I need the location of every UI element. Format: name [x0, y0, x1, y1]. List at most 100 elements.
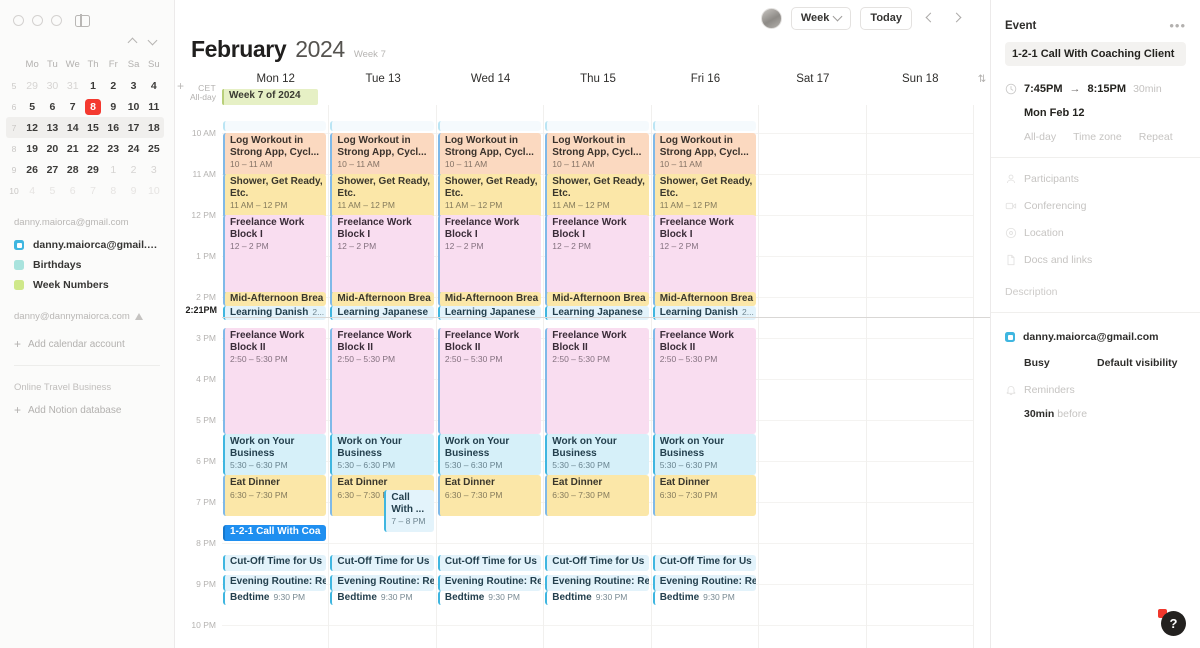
calendar-event[interactable]: Work on Your Business 5:30 – 6:30 PM	[223, 434, 327, 475]
mini-calendar-day[interactable]: 11	[144, 101, 164, 113]
mini-calendar-week-row[interactable]: 8 19 20 21 22 23 24 25	[6, 138, 164, 159]
calendar-event[interactable]: Mid-Afternoon Brea	[330, 292, 434, 306]
mini-calendar-day[interactable]: 6	[42, 101, 62, 113]
calendar-event[interactable]: Mid-Afternoon Brea	[223, 292, 327, 306]
mini-calendar-day[interactable]: 8	[103, 185, 123, 197]
calendar-event[interactable]: Mid-Afternoon Brea	[437, 292, 542, 306]
event-calendar-selector[interactable]: danny.maiorca@gmail.com	[1005, 331, 1186, 343]
calendar-event[interactable]: Cut-Off Time for Us	[545, 555, 649, 571]
mini-calendar-week-row[interactable]: 9 26 27 28 29 1 2 3	[6, 159, 164, 180]
mini-calendar-day[interactable]: 18	[144, 122, 164, 134]
mini-calendar-day[interactable]: 2	[123, 164, 143, 176]
calendar-event[interactable]: Freelance Work Block I 12 – 2 PM	[652, 215, 757, 297]
day-header-sat[interactable]: Sat 17	[759, 73, 866, 85]
mini-calendar-day[interactable]: 29	[83, 164, 103, 176]
day-column-sun[interactable]	[866, 105, 974, 648]
calendar-event[interactable]: Log Workout in Strong App, Cycl... 10 – 1…	[330, 133, 434, 177]
sidebar-item-calendar-week-numbers[interactable]: Week Numbers	[14, 275, 160, 295]
mini-calendar-day[interactable]: 6	[63, 185, 83, 197]
calendar-color-chip[interactable]	[14, 260, 24, 270]
mini-calendar-week-row[interactable]: 10 4 5 6 7 8 9 10	[6, 180, 164, 201]
event-date[interactable]: Mon Feb 12	[1024, 107, 1186, 119]
day-column-thu[interactable]: Log Workout in Strong App, Cycl... 10 – 1…	[544, 105, 652, 648]
mini-calendar-day[interactable]: 15	[83, 122, 103, 134]
calendar-event[interactable]: Evening Routine: Re	[437, 575, 542, 591]
day-column-sat[interactable]	[759, 105, 867, 648]
mini-calendar-day[interactable]: 16	[103, 122, 123, 134]
participants-field[interactable]: Participants	[1005, 173, 1186, 185]
mini-calendar-day[interactable]: 4	[144, 80, 164, 92]
calendar-event[interactable]: Freelance Work Block II 2:50 – 5:30 PM	[223, 328, 327, 434]
calendar-event[interactable]: Freelance Work Block I 12 – 2 PM	[437, 215, 542, 297]
mini-calendar-day[interactable]: 26	[22, 164, 42, 176]
calendar-event[interactable]: Bedtime 9:30 PM	[223, 591, 327, 605]
mini-calendar-day[interactable]: 5	[42, 185, 62, 197]
mini-calendar-day[interactable]: 17	[123, 122, 143, 134]
mini-calendar-day[interactable]: 9	[103, 101, 123, 113]
mini-calendar-today[interactable]: 8	[84, 98, 101, 115]
mini-calendar-day[interactable]: 29	[22, 80, 42, 92]
calendar-event[interactable]: Freelance Work Block I 12 – 2 PM	[223, 215, 327, 297]
calendar-event[interactable]: Bedtime 9:30 PM	[330, 591, 434, 605]
mini-calendar[interactable]: Mo Tu We Th Fr Sa Su 5 29 30 31 1 2 3 4 6 5 6 7 8 9 10…	[0, 52, 174, 201]
day-header-thu[interactable]: Thu 15	[544, 73, 651, 85]
more-options-icon[interactable]: •••	[1169, 19, 1186, 32]
calendar-event[interactable]: Shower, Get Ready, Etc. 11 AM – 12 PM	[223, 174, 327, 218]
day-header-fri[interactable]: Fri 16	[652, 73, 759, 85]
all-day-track[interactable]: Week 7 of 2024	[222, 89, 974, 105]
description-field[interactable]: Description	[1005, 286, 1186, 298]
calendar-event[interactable]: Freelance Work Block I 12 – 2 PM	[545, 215, 649, 297]
mini-calendar-day[interactable]: 30	[42, 80, 62, 92]
calendar-event[interactable]: Log Workout in Strong App, Cycl... 10 – 1…	[652, 133, 757, 177]
mini-calendar-next-icon[interactable]	[149, 38, 158, 47]
mini-calendar-day[interactable]: 24	[123, 143, 143, 155]
calendar-event[interactable]: Freelance Work Block II 2:50 – 5:30 PM	[545, 328, 649, 434]
calendar-event[interactable]: Cut-Off Time for Us	[652, 555, 757, 571]
visibility-value[interactable]: Default visibility	[1097, 357, 1178, 369]
calendar-event[interactable]: Cut-Off Time for Us	[330, 555, 434, 571]
calendar-event[interactable]: Eat Dinner 6:30 – 7:30 PM	[545, 475, 649, 516]
mini-calendar-day[interactable]: 3	[144, 164, 164, 176]
calendar-event[interactable]: Eat Dinner 6:30 – 7:30 PM	[223, 475, 327, 516]
mini-calendar-day[interactable]: 10	[144, 185, 164, 197]
calendar-event[interactable]: Work on Your Business 5:30 – 6:30 PM	[437, 434, 542, 475]
conferencing-field[interactable]: Conferencing	[1005, 200, 1186, 212]
maximize-icon[interactable]	[51, 15, 62, 26]
calendar-event[interactable]: Work on Your Business 5:30 – 6:30 PM	[330, 434, 434, 475]
add-calendar-account-button[interactable]: + Add calendar account	[14, 329, 160, 359]
day-header-wed[interactable]: Wed 14	[437, 73, 544, 85]
calendar-event[interactable]: Log Workout in Strong App, Cycl... 10 – 1…	[545, 133, 649, 177]
mini-calendar-day[interactable]: 9	[123, 185, 143, 197]
docs-and-links-field[interactable]: Docs and links	[1005, 254, 1186, 266]
calendar-event[interactable]: Shower, Get Ready, Etc. 11 AM – 12 PM	[437, 174, 542, 218]
mini-calendar-day[interactable]: 25	[144, 143, 164, 155]
calendar-event[interactable]: Shower, Get Ready, Etc. 11 AM – 12 PM	[652, 174, 757, 218]
mini-calendar-day[interactable]: 2	[103, 80, 123, 92]
calendar-event[interactable]: Evening Routine: Re	[545, 575, 649, 591]
view-selector-button[interactable]: Week	[790, 6, 852, 30]
mini-calendar-prev-icon[interactable]	[129, 38, 138, 47]
calendar-event[interactable]: Log Workout in Strong App, Cycl... 10 – 1…	[223, 133, 327, 177]
prev-week-button[interactable]	[921, 7, 940, 29]
calendar-event[interactable]: Mid-Afternoon Brea	[545, 292, 649, 306]
reminders-field[interactable]: Reminders	[1005, 384, 1186, 396]
calendar-event[interactable]: Bedtime 9:30 PM	[437, 591, 542, 605]
calendar-event[interactable]: Eat Dinner 6:30 – 7:30 PM	[652, 475, 757, 516]
availability-value[interactable]: Busy	[1024, 357, 1097, 369]
mini-calendar-day[interactable]: 22	[83, 143, 103, 155]
calendar-event[interactable]: Eat Dinner 6:30 – 7:30 PM	[437, 475, 542, 516]
mini-calendar-day[interactable]: 21	[63, 143, 83, 155]
event-end-time[interactable]: 8:15PM	[1088, 83, 1127, 95]
sidebar-item-calendar-birthdays[interactable]: Birthdays	[14, 255, 160, 275]
calendar-event-clipped[interactable]	[223, 121, 327, 131]
calendar-event[interactable]: Freelance Work Block II 2:50 – 5:30 PM	[437, 328, 542, 434]
calendar-event[interactable]: Shower, Get Ready, Etc. 11 AM – 12 PM	[330, 174, 434, 218]
mini-calendar-day[interactable]: 19	[22, 143, 42, 155]
calendar-event[interactable]: Work on Your Business 5:30 – 6:30 PM	[545, 434, 649, 475]
calendar-event[interactable]: Bedtime 9:30 PM	[652, 591, 757, 605]
calendar-event[interactable]: Call With ... 7 – 8 PM	[384, 490, 434, 532]
calendar-event-clipped[interactable]	[437, 121, 542, 131]
mini-calendar-day[interactable]: 5	[22, 101, 42, 113]
minimize-icon[interactable]	[32, 15, 43, 26]
calendar-color-chip[interactable]	[14, 240, 24, 250]
